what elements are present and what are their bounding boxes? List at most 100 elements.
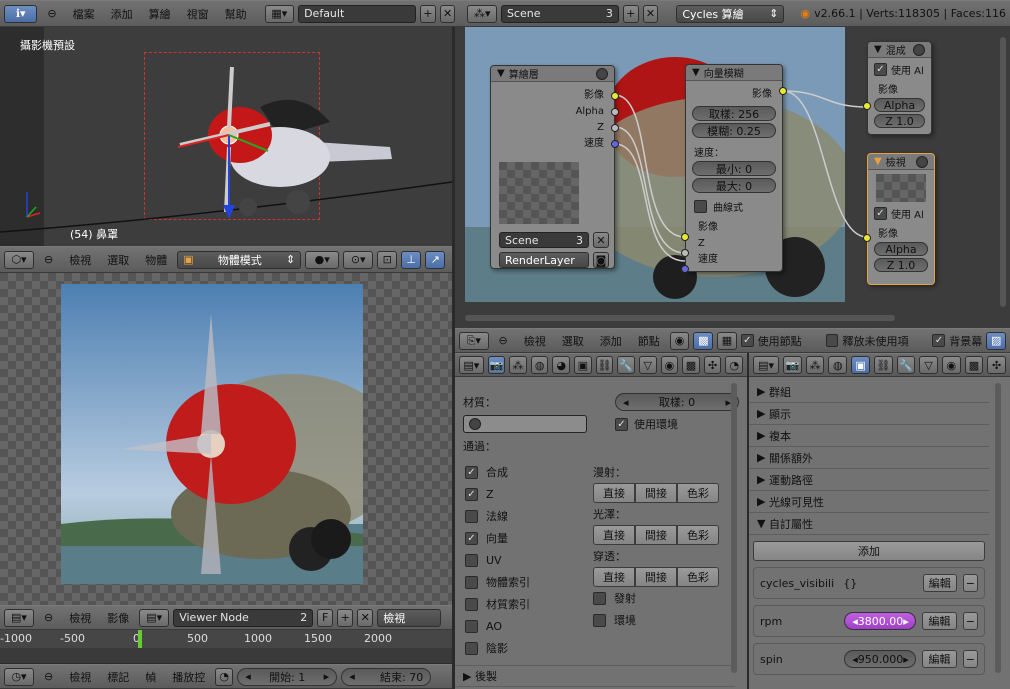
viewer-node[interactable]: ▼ 檢視 ✓ 使用 Al 影像 Alpha Z 1.0 [863, 153, 935, 285]
texture-tab-icon[interactable]: ▩ [682, 356, 700, 374]
pass-checkbox[interactable] [465, 553, 478, 567]
menu-window[interactable]: 視窗 [181, 6, 215, 22]
mode-select[interactable]: ▣ 物體模式 ⇕ [177, 250, 302, 269]
properties-section[interactable]: ▶ 光線可見性 [749, 491, 989, 513]
object-tab-icon[interactable]: ▣ [851, 356, 870, 374]
modifiers-tab-icon[interactable]: 🔧 [617, 356, 635, 374]
socket-speed[interactable] [611, 140, 619, 148]
keying-icon[interactable]: ◔ [215, 667, 234, 686]
use-env-checkbox[interactable]: ✓ [615, 417, 628, 431]
node-editor-scrollbar[interactable] [1000, 37, 1006, 307]
timeline-menu-marker[interactable]: 標記 [101, 669, 135, 685]
viewer-z-field[interactable]: Z 1.0 [874, 258, 928, 272]
remove-layout-button[interactable]: ✕ [439, 4, 456, 23]
info-editor-icon[interactable]: ℹ▾ [4, 4, 38, 23]
scene-icon[interactable]: ⁂▾ [467, 4, 497, 23]
emit-checkbox[interactable] [593, 591, 606, 605]
properties-editor-icon[interactable]: ▤▾ [459, 356, 484, 374]
pass-checkbox[interactable] [465, 509, 478, 523]
composite-alpha-field[interactable]: Alpha [874, 98, 925, 112]
scene-field[interactable]: Scene 3 [500, 4, 619, 23]
manipulator-toggle[interactable]: ⊡ [377, 250, 398, 269]
properties-section[interactable]: ▶ 關係額外 [749, 447, 989, 469]
property-edit-button[interactable]: 編輯 [922, 650, 957, 668]
socket-composite-image[interactable] [863, 102, 871, 110]
world-tab-icon[interactable]: ◕ [552, 356, 571, 374]
constraints-tab-icon[interactable]: ⛓ [873, 356, 893, 374]
current-frame-marker[interactable] [138, 630, 142, 648]
node-editor[interactable]: ▼ 算繪層 影像 Alpha Z 速度 Scene 3 ✕ RenderLayer … [455, 27, 1010, 328]
pass-checkbox[interactable] [465, 619, 478, 633]
properties-editor-icon[interactable]: ▤▾ [753, 356, 780, 374]
physics-tab-icon[interactable]: ◔ [725, 356, 744, 374]
menu-help[interactable]: 幫助 [219, 6, 253, 22]
add-layout-button[interactable]: + [420, 4, 436, 23]
material-tab-icon[interactable]: ◉ [941, 356, 961, 374]
property-remove-button[interactable]: − [962, 650, 979, 668]
menu-toggle-icon[interactable]: ⊖ [38, 611, 59, 624]
data-tab-icon[interactable]: ▽ [638, 356, 657, 374]
composite-z-field[interactable]: Z 1.0 [874, 114, 925, 128]
constraints-tab-icon[interactable]: ⛓ [595, 356, 614, 374]
custom-props-section[interactable]: ▼ 自訂屬性 [749, 513, 989, 535]
node-menu-node[interactable]: 節點 [632, 333, 666, 349]
node-menu-select[interactable]: 選取 [556, 333, 590, 349]
menu-toggle-icon[interactable]: ⊖ [493, 334, 514, 347]
pass-checkbox[interactable]: ✓ [465, 531, 478, 545]
image-name-field[interactable]: Viewer Node 2 [173, 608, 314, 627]
fake-user-button[interactable]: F [317, 608, 334, 627]
backdrop-checkbox[interactable]: ✓ [932, 334, 946, 347]
diffuse-indirect-button[interactable]: 間接 [635, 483, 677, 503]
texture-tab-icon[interactable]: ▩ [964, 356, 984, 374]
add-scene-button[interactable]: + [622, 4, 639, 23]
menu-toggle-icon[interactable]: ⊖ [41, 7, 62, 20]
shading-select[interactable]: ●▾ [305, 250, 340, 269]
image-editor-canvas[interactable] [0, 273, 452, 605]
image-menu-view[interactable]: 檢視 [63, 610, 97, 626]
socket-in-speed[interactable] [681, 265, 689, 273]
object-tab-icon[interactable]: ▣ [574, 356, 592, 374]
properties-section[interactable]: ▶ 運動路徑 [749, 469, 989, 491]
menu-render[interactable]: 算繪 [143, 6, 177, 22]
render-tab-icon[interactable]: 📷 [783, 356, 802, 374]
viewport-editor-icon[interactable]: ⬡▾ [4, 250, 34, 269]
socket-z[interactable] [611, 124, 619, 132]
property-remove-button[interactable]: − [962, 612, 979, 630]
new-image-button[interactable]: + [337, 608, 354, 627]
timeline-ruler[interactable]: -1000 -500 0 500 1000 1500 2000 [0, 630, 452, 663]
node-preview-icon[interactable] [596, 67, 608, 80]
image-editor-icon[interactable]: ▤▾ [4, 608, 34, 627]
compositing-nodes-icon[interactable]: ▩ [693, 331, 714, 350]
socket-in-z[interactable] [681, 249, 689, 257]
pass-checkbox[interactable] [465, 575, 478, 589]
trans-color-button[interactable]: 色彩 [677, 567, 719, 587]
property-edit-button[interactable]: 編輯 [922, 612, 957, 630]
blur-field[interactable]: 模糊: 0.25 [692, 123, 776, 138]
env-checkbox[interactable] [593, 613, 606, 627]
pass-checkbox[interactable]: ✓ [465, 465, 478, 479]
render-layer-select[interactable]: RenderLayer [499, 252, 589, 268]
properties-left-scrollbar[interactable] [731, 383, 737, 673]
viewport-3d[interactable]: 攝影機預設 (54) 鼻罩 [0, 27, 452, 246]
node-menu-add[interactable]: 添加 [594, 333, 628, 349]
node-menu-view[interactable]: 檢視 [518, 333, 552, 349]
property-value-field[interactable]: ◂ 950.000 ▸ [844, 650, 917, 668]
properties-right-scrollbar[interactable] [995, 383, 1001, 673]
transform-axes-icon[interactable]: ⊥ [401, 250, 422, 269]
node-scene-field[interactable]: Scene 3 [499, 232, 589, 248]
pivot-select[interactable]: ⊙▾ [343, 250, 374, 269]
data-tab-icon[interactable]: ▽ [919, 356, 938, 374]
node-editor-icon[interactable]: ⎘▾ [459, 331, 489, 350]
collapse-icon[interactable]: ▼ [497, 68, 505, 79]
property-value-field[interactable]: ◂ 3800.00 ▸ [844, 612, 917, 630]
menu-toggle-icon[interactable]: ⊖ [38, 253, 59, 266]
end-frame-field[interactable]: ◂ 結束: 70 [341, 667, 432, 686]
scene-tab-icon[interactable]: ◍ [828, 356, 848, 374]
render-layer-render-button[interactable]: ◙ [593, 252, 609, 268]
unlink-image-button[interactable]: ✕ [357, 608, 374, 627]
menu-add[interactable]: 添加 [105, 6, 139, 22]
timeline-menu-playback[interactable]: 播放控 [166, 669, 211, 685]
socket-viewer-image[interactable] [863, 234, 871, 242]
curved-checkbox[interactable] [694, 200, 707, 213]
particles-tab-icon[interactable]: ✣ [703, 356, 722, 374]
